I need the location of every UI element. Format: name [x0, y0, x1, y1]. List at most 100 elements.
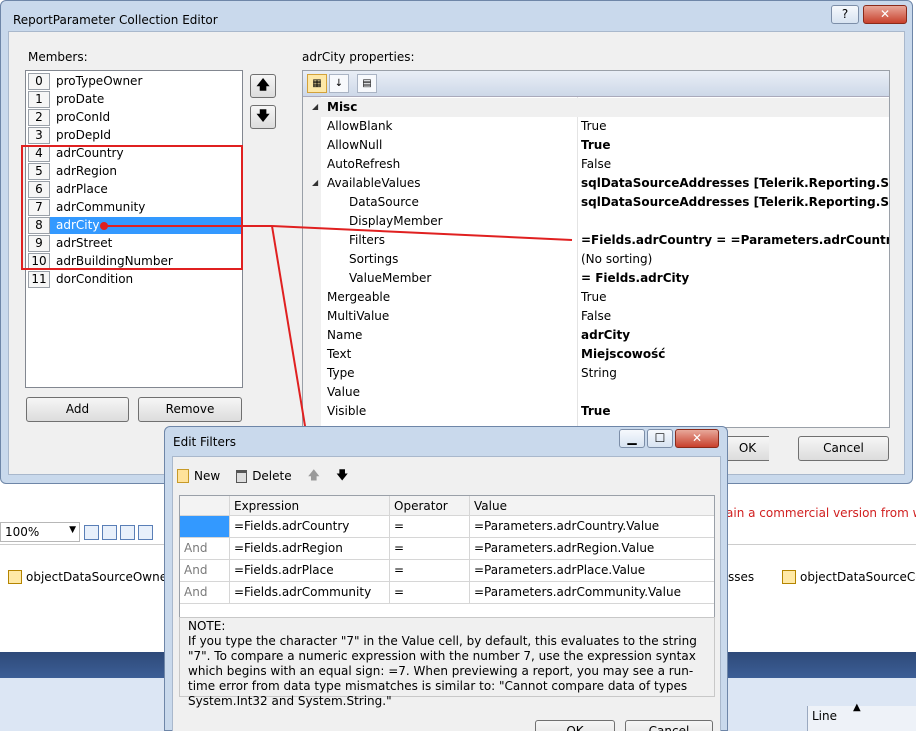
- filter-row[interactable]: And =Fields.adrRegion = =Parameters.adrRegi…: [180, 538, 714, 560]
- move-filter-up-button[interactable]: 🡅: [308, 466, 320, 487]
- property-pages-icon[interactable]: ▤: [357, 74, 377, 93]
- filter-operator-cell[interactable]: =: [390, 516, 470, 537]
- column-header[interactable]: Value: [470, 496, 714, 515]
- column-header[interactable]: Expression: [230, 496, 390, 515]
- ok-button[interactable]: OK: [725, 436, 769, 461]
- member-item[interactable]: 3 proDepId: [26, 126, 242, 144]
- filter-row[interactable]: =Fields.adrCountry = =Parameters.adrCountr…: [180, 516, 714, 538]
- minimize-button[interactable]: ▁: [619, 429, 645, 448]
- property-row[interactable]: DataSource sqlDataSourceAddresses [Teleri…: [303, 193, 889, 212]
- grid-icon[interactable]: [84, 525, 99, 540]
- filter-expression-cell[interactable]: =Fields.adrCommunity: [230, 582, 390, 603]
- tray-item-addresses[interactable]: sses: [728, 570, 754, 584]
- filter-logic-cell[interactable]: [180, 516, 230, 537]
- property-value[interactable]: =Fields.adrCountry = =Parameters.adrCoun…: [581, 233, 889, 247]
- move-down-button[interactable]: 🡇: [250, 105, 276, 129]
- filters-cancel-button[interactable]: Cancel: [625, 720, 713, 731]
- add-button[interactable]: Add: [26, 397, 129, 422]
- property-grid[interactable]: ▦ ↓ ▤ ◢ Misc AllowBlank True AllowNull True Au…: [302, 70, 890, 428]
- help-button[interactable]: ?: [831, 5, 859, 24]
- property-row[interactable]: Visible True: [303, 402, 889, 421]
- collapse-icon[interactable]: ◢: [312, 102, 318, 111]
- filter-expression-cell[interactable]: =Fields.adrRegion: [230, 538, 390, 559]
- property-row[interactable]: AllowBlank True: [303, 117, 889, 136]
- filter-operator-cell[interactable]: =: [390, 538, 470, 559]
- member-name: proDate: [56, 91, 105, 106]
- property-category[interactable]: ◢ Misc: [303, 98, 889, 117]
- tray-item-condition[interactable]: objectDataSourceCond: [782, 570, 916, 584]
- minimize-icon: ▁: [627, 431, 637, 445]
- move-up-button[interactable]: 🡅: [250, 74, 276, 98]
- remove-button[interactable]: Remove: [138, 397, 242, 422]
- property-value[interactable]: adrCity: [581, 328, 630, 342]
- property-value[interactable]: True: [581, 138, 610, 152]
- tray-item-owner-type[interactable]: objectDataSourceOwnerTy: [8, 570, 185, 584]
- move-filter-down-button[interactable]: 🡇: [336, 466, 348, 487]
- property-row[interactable]: Name adrCity: [303, 326, 889, 345]
- filter-expression-cell[interactable]: =Fields.adrPlace: [230, 560, 390, 581]
- property-row[interactable]: DisplayMember: [303, 212, 889, 231]
- member-item[interactable]: 1 proDate: [26, 90, 242, 108]
- member-item[interactable]: 0 proTypeOwner: [26, 72, 242, 90]
- filter-logic-cell[interactable]: And: [180, 582, 230, 603]
- property-value[interactable]: sqlDataSourceAddresses [Telerik.Reportin…: [581, 195, 889, 209]
- property-name: Text: [327, 347, 352, 361]
- property-row[interactable]: AllowNull True: [303, 136, 889, 155]
- property-row[interactable]: Filters =Fields.adrCountry = =Parameters.…: [303, 231, 889, 250]
- filter-operator-cell[interactable]: =: [390, 582, 470, 603]
- property-value[interactable]: True: [581, 119, 607, 133]
- align-icon[interactable]: [138, 525, 153, 540]
- property-row[interactable]: Value: [303, 383, 889, 402]
- property-value[interactable]: String: [581, 366, 617, 380]
- filter-expression-cell[interactable]: =Fields.adrCountry: [230, 516, 390, 537]
- close-button[interactable]: ✕: [863, 5, 907, 24]
- categorized-icon[interactable]: ▦: [307, 74, 327, 93]
- property-row[interactable]: Mergeable True: [303, 288, 889, 307]
- maximize-button[interactable]: ☐: [647, 429, 673, 448]
- property-row[interactable]: ◢ AvailableValues sqlDataSourceAddresses […: [303, 174, 889, 193]
- zoom-combobox[interactable]: 100% ▼: [0, 522, 80, 542]
- close-button[interactable]: ✕: [675, 429, 719, 448]
- property-name: AllowBlank: [327, 119, 393, 133]
- property-value[interactable]: (No sorting): [581, 252, 652, 266]
- filter-value-cell[interactable]: =Parameters.adrCommunity.Value: [470, 582, 714, 603]
- filter-logic-cell[interactable]: And: [180, 538, 230, 559]
- chevron-down-icon[interactable]: ▼: [69, 525, 76, 535]
- filter-value-cell[interactable]: =Parameters.adrCountry.Value: [470, 516, 714, 537]
- filter-value-cell[interactable]: =Parameters.adrPlace.Value: [470, 560, 714, 581]
- member-index: 3: [28, 126, 50, 144]
- member-item[interactable]: 2 proConId: [26, 108, 242, 126]
- filter-row[interactable]: And =Fields.adrCommunity = =Parameters.adrC…: [180, 582, 714, 604]
- delete-filter-button[interactable]: Delete: [236, 469, 292, 483]
- collapse-icon[interactable]: ◢: [312, 178, 318, 187]
- alphabetical-icon[interactable]: ↓: [329, 74, 349, 93]
- property-row[interactable]: Text Miejscowość: [303, 345, 889, 364]
- member-item[interactable]: 11 dorCondition: [26, 270, 242, 288]
- property-value[interactable]: True: [581, 290, 607, 304]
- property-row[interactable]: Type String: [303, 364, 889, 383]
- layout-icon[interactable]: [120, 525, 135, 540]
- cancel-button[interactable]: Cancel: [798, 436, 889, 461]
- column-header[interactable]: Operator: [390, 496, 470, 515]
- new-filter-button[interactable]: New: [177, 469, 220, 483]
- property-row[interactable]: AutoRefresh False: [303, 155, 889, 174]
- chevron-up-icon[interactable]: ▲: [853, 702, 861, 713]
- property-name: Mergeable: [327, 290, 391, 304]
- property-value[interactable]: Miejscowość: [581, 347, 665, 361]
- filter-row[interactable]: And =Fields.adrPlace = =Parameters.adrPlace…: [180, 560, 714, 582]
- property-row[interactable]: ValueMember = Fields.adrCity: [303, 269, 889, 288]
- snap-icon[interactable]: [102, 525, 117, 540]
- filter-operator-cell[interactable]: =: [390, 560, 470, 581]
- filter-logic-cell[interactable]: And: [180, 560, 230, 581]
- property-row[interactable]: MultiValue False: [303, 307, 889, 326]
- property-value[interactable]: = Fields.adrCity: [581, 271, 689, 285]
- filters-ok-button[interactable]: OK: [535, 720, 615, 731]
- filter-value-cell[interactable]: =Parameters.adrRegion.Value: [470, 538, 714, 559]
- filters-grid[interactable]: Expression Operator Value =Fields.adrCou…: [179, 495, 715, 619]
- property-row[interactable]: Sortings (No sorting): [303, 250, 889, 269]
- property-value[interactable]: sqlDataSourceAddresses [Telerik.Reportin…: [581, 176, 889, 190]
- commercial-version-notice[interactable]: ain a commercial version from www.: [726, 506, 916, 520]
- property-value[interactable]: False: [581, 157, 611, 171]
- property-value[interactable]: True: [581, 404, 610, 418]
- property-value[interactable]: False: [581, 309, 611, 323]
